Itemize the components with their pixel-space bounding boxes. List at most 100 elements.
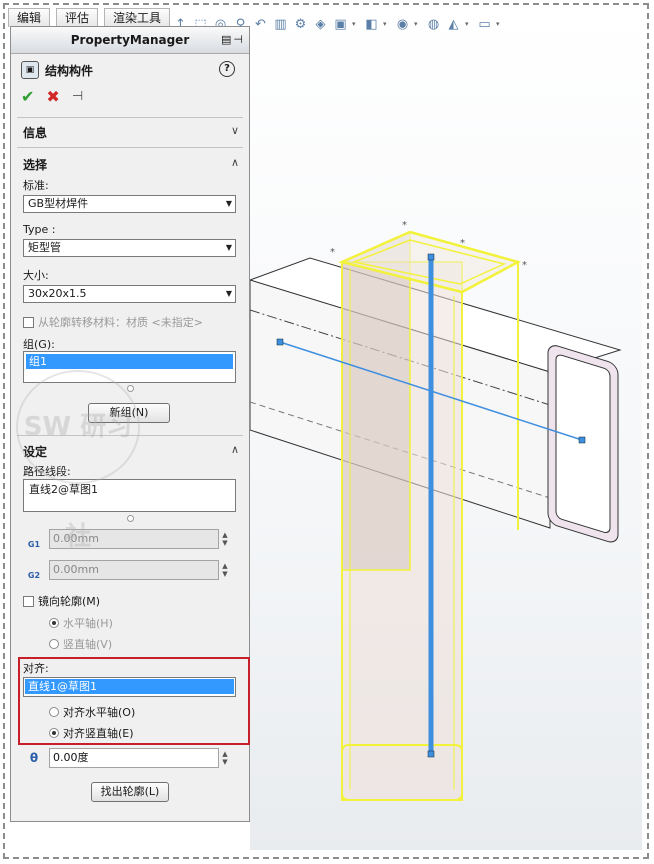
tab-edit[interactable]: 编辑 <box>8 8 51 27</box>
mirror-profile-checkbox[interactable]: 镜向轮廓(M) <box>23 593 100 609</box>
previous-view-icon[interactable]: ↶ <box>252 16 269 33</box>
chevron-up-icon[interactable]: ∧ <box>231 156 239 169</box>
scene-icon[interactable]: ◭ <box>445 16 462 33</box>
path-segments-list[interactable]: 直线2@草图1 <box>23 479 236 512</box>
graphics-area[interactable]: * * * * <box>250 10 642 850</box>
visibility-icon[interactable]: ◉ <box>394 16 411 33</box>
new-group-button[interactable]: 新组(N) <box>88 403 170 423</box>
checkbox-box[interactable] <box>23 595 34 607</box>
gap-g1-row: G1 0.00mm ▲ ▼ <box>23 529 231 549</box>
dynamic-annotation-icon[interactable]: ⚙ <box>292 16 309 33</box>
tab-evaluate[interactable]: 评估 <box>56 8 99 27</box>
size-select[interactable]: 30x20x1.5 ▼ <box>23 285 236 303</box>
group-label: 组(G): <box>23 338 55 351</box>
keep-visible-pushpin-icon[interactable]: ⊣ <box>72 89 83 104</box>
chevron-down-icon[interactable]: ▾ <box>465 20 473 28</box>
spin-arrows-icon[interactable]: ▲ ▼ <box>219 529 231 549</box>
g2-label: G2 <box>27 571 41 580</box>
section-info-title[interactable]: 信息 <box>23 124 47 141</box>
feature-header: ▣ 结构构件 <box>21 61 93 79</box>
type-select[interactable]: 矩型管 ▼ <box>23 239 236 257</box>
hide-show-icon[interactable]: ◧ <box>363 16 380 33</box>
horizontal-axis-radio[interactable]: 水平轴(H) <box>49 615 113 631</box>
spin-arrows-icon[interactable]: ▲ ▼ <box>219 748 231 768</box>
chevron-down-icon[interactable]: ▾ <box>383 20 391 28</box>
vertical-axis-radio[interactable]: 竖直轴(V) <box>49 636 112 652</box>
radio-dot[interactable] <box>49 618 59 628</box>
tube-end-inner <box>555 354 611 534</box>
pushpin-icon[interactable]: ⊣ <box>233 27 243 53</box>
mirror-profile-label: 镜向轮廓(M) <box>38 595 101 608</box>
g1-label: G1 <box>27 540 41 549</box>
chevron-down-icon[interactable]: ▾ <box>352 20 360 28</box>
chevron-down-icon[interactable]: ∨ <box>231 124 239 137</box>
align-horizontal-label: 对齐水平轴(O) <box>63 706 136 719</box>
ok-check-icon[interactable]: ✔ <box>21 87 34 106</box>
action-buttons: ✔ ✖ ⊣ <box>21 87 83 106</box>
group-list[interactable]: 组1 <box>23 351 236 383</box>
command-manager-tabs: 编辑 评估 渲染工具 <box>8 8 171 27</box>
section-view-icon[interactable]: ▥ <box>272 16 289 33</box>
divider <box>17 147 243 148</box>
section-settings-title[interactable]: 设定 <box>23 443 47 460</box>
chevron-up-icon[interactable]: ∧ <box>231 443 239 456</box>
type-label: Type : <box>23 223 56 236</box>
checkbox-box[interactable] <box>23 316 34 328</box>
gap-g1-input[interactable]: 0.00mm <box>49 529 219 549</box>
size-select-value: 30x20x1.5 <box>28 287 87 300</box>
line2-endpoint[interactable] <box>427 253 435 261</box>
chevron-down-icon[interactable]: ▼ <box>226 196 232 212</box>
help-icon[interactable]: ? <box>219 61 235 77</box>
line2-endpoint-2[interactable] <box>427 750 435 758</box>
angle-label: θ <box>29 751 39 765</box>
radio-dot[interactable] <box>49 707 59 717</box>
rotation-angle-row: θ 0.00度 ▲ ▼ <box>23 748 231 768</box>
type-select-value: 矩型管 <box>28 241 61 254</box>
vertical-member-shade <box>341 230 411 571</box>
view-orientation-icon[interactable]: ◈ <box>312 16 329 33</box>
chevron-down-icon[interactable]: ▼ <box>226 286 232 302</box>
path-segments-label: 路径线段: <box>23 465 71 478</box>
display-style-icon[interactable]: ▣ <box>332 16 349 33</box>
align-list[interactable]: 直线1@草图1 <box>23 677 236 697</box>
appearance-icon[interactable]: ◍ <box>425 16 442 33</box>
view-settings-icon[interactable]: ▭ <box>476 16 493 33</box>
structural-member-icon: ▣ <box>21 61 39 79</box>
rotation-angle-input[interactable]: 0.00度 <box>49 748 219 768</box>
cancel-x-icon[interactable]: ✖ <box>46 87 59 106</box>
resize-grip[interactable] <box>127 515 134 522</box>
svg-text:*: * <box>522 260 527 271</box>
gap-g2-icon: G2 <box>23 560 45 580</box>
list-item[interactable]: 直线1@草图1 <box>25 679 234 694</box>
svg-text:*: * <box>330 247 335 258</box>
panel-menu-icon[interactable]: ▤ <box>221 27 231 53</box>
chevron-down-icon[interactable]: ▾ <box>414 20 422 28</box>
svg-text:*: * <box>402 220 407 231</box>
transfer-material-checkbox[interactable]: 从轮廓转移材料：材质 <未指定> <box>23 314 203 330</box>
spin-arrows-icon[interactable]: ▲ ▼ <box>219 560 231 580</box>
divider <box>17 435 243 436</box>
align-vertical-label: 对齐竖直轴(E) <box>63 727 134 740</box>
model-view[interactable]: * * * * <box>250 10 642 850</box>
gap-g2-input[interactable]: 0.00mm <box>49 560 219 580</box>
tab-render-tools[interactable]: 渲染工具 <box>104 8 171 27</box>
align-vertical-radio[interactable]: 对齐竖直轴(E) <box>49 725 134 741</box>
radio-dot[interactable] <box>49 728 59 738</box>
line1-endpoint[interactable] <box>276 338 284 346</box>
radio-dot[interactable] <box>49 639 59 649</box>
section-selection-title[interactable]: 选择 <box>23 156 47 173</box>
list-item[interactable]: 组1 <box>26 354 233 369</box>
resize-grip[interactable] <box>127 385 134 392</box>
property-manager-title: PropertyManager ▤ ⊣ <box>11 27 249 54</box>
chevron-down-icon[interactable]: ▼ <box>226 240 232 256</box>
align-horizontal-radio[interactable]: 对齐水平轴(O) <box>49 704 135 720</box>
list-item[interactable]: 直线2@草图1 <box>26 482 233 497</box>
horizontal-axis-label: 水平轴(H) <box>63 617 113 630</box>
rotation-angle-icon: θ <box>23 748 45 768</box>
line1-endpoint-2[interactable] <box>578 436 586 444</box>
standard-select[interactable]: GB型材焊件 ▼ <box>23 195 236 213</box>
chevron-down-icon[interactable]: ▾ <box>496 20 504 28</box>
locate-profile-button[interactable]: 找出轮廓(L) <box>91 782 169 802</box>
vertical-axis-label: 竖直轴(V) <box>63 638 113 651</box>
feature-name: 结构构件 <box>45 63 94 78</box>
